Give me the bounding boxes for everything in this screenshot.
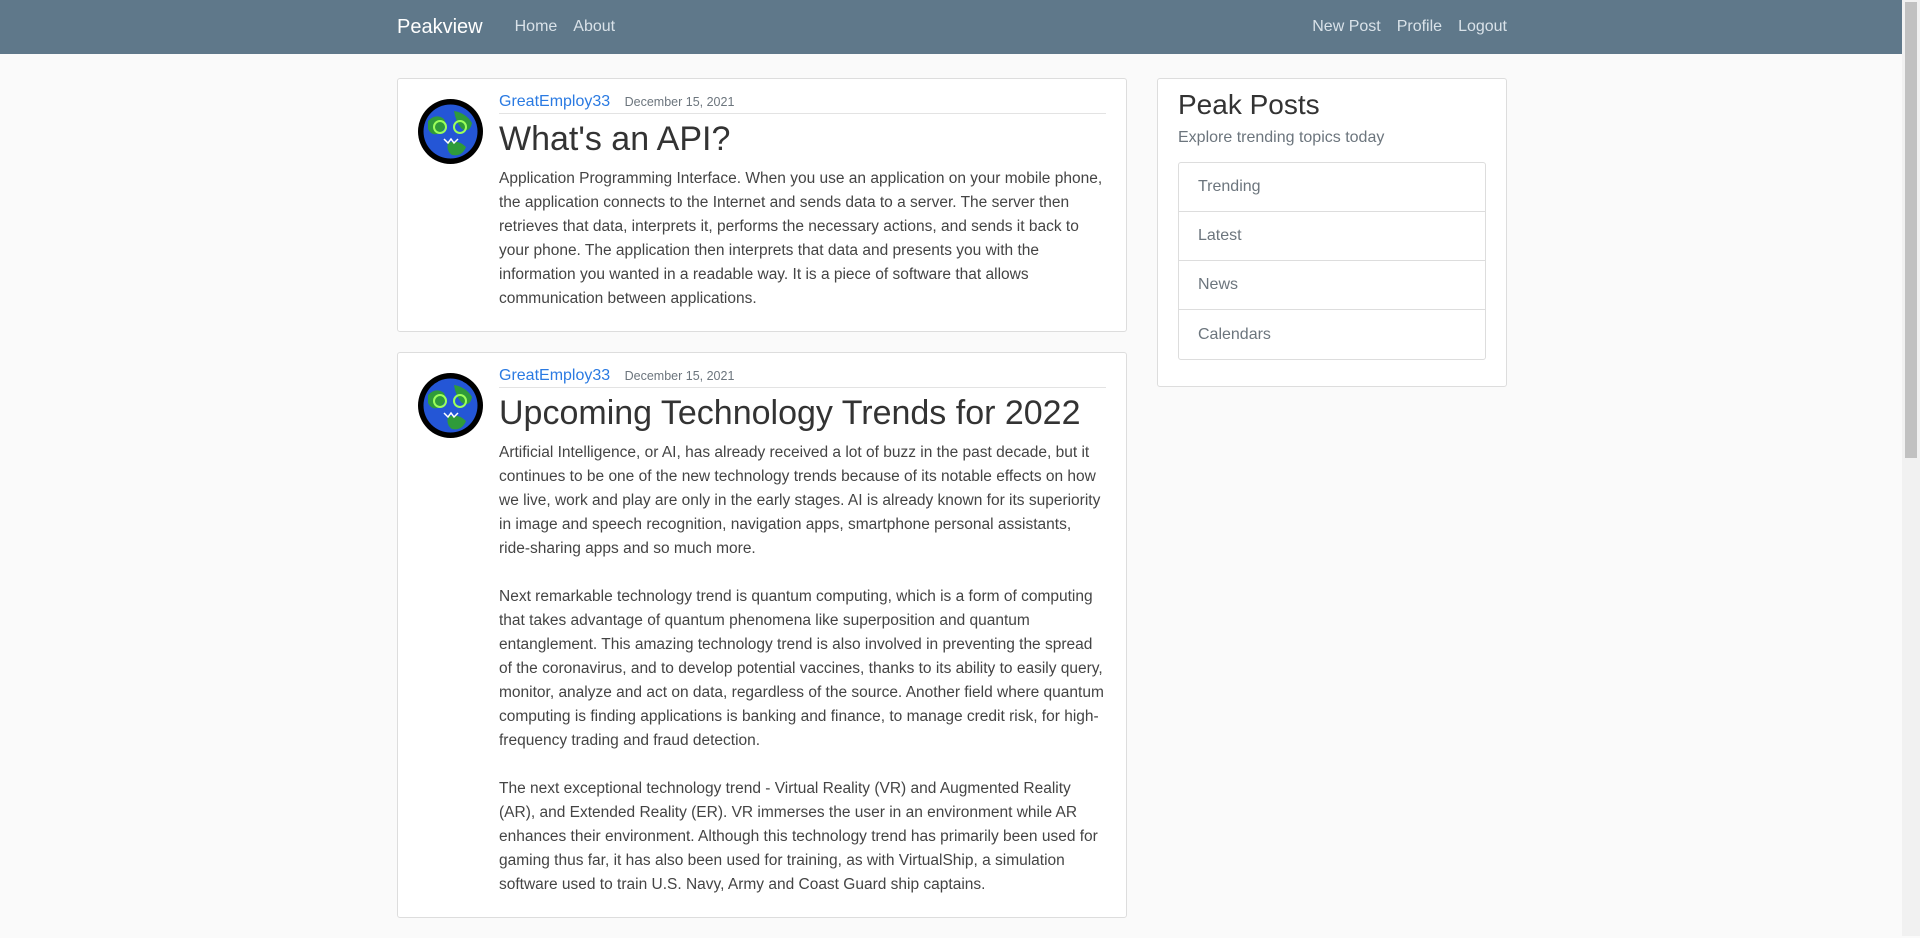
avatar[interactable] <box>418 99 483 164</box>
sidebar-card: Peak Posts Explore trending topics today… <box>1157 78 1507 387</box>
navbar-left: Peakview Home About <box>397 16 631 39</box>
post-title[interactable]: Upcoming Technology Trends for 2022 <box>499 394 1106 433</box>
post-card: GreatEmploy33 December 15, 2021 What's a… <box>397 78 1127 332</box>
page-scrollbar[interactable] <box>1902 0 1920 936</box>
post-meta: GreatEmploy33 December 15, 2021 <box>499 367 1106 388</box>
post-date: December 15, 2021 <box>624 95 735 109</box>
post-feed: GreatEmploy33 December 15, 2021 What's a… <box>397 78 1127 938</box>
post-author-link[interactable]: GreatEmploy33 <box>499 367 610 384</box>
nav-link-profile[interactable]: Profile <box>1397 18 1442 36</box>
post-paragraph: Artificial Intelligence, or AI, has alre… <box>499 444 1101 557</box>
post-meta: GreatEmploy33 December 15, 2021 <box>499 93 1106 114</box>
post-paragraph: Next remarkable technology trend is quan… <box>499 588 1104 749</box>
brand-link[interactable]: Peakview <box>397 16 483 39</box>
nav-link-about[interactable]: About <box>573 18 615 36</box>
nav-link-logout[interactable]: Logout <box>1458 18 1507 36</box>
scrollbar-thumb[interactable] <box>1905 2 1917 458</box>
sidebar-item-news[interactable]: News <box>1179 261 1485 310</box>
sidebar-item-calendars[interactable]: Calendars <box>1179 310 1485 359</box>
avatar[interactable] <box>418 373 483 438</box>
sidebar-item-trending[interactable]: Trending <box>1179 163 1485 212</box>
post-body: GreatEmploy33 December 15, 2021 What's a… <box>499 89 1106 311</box>
post-author-link[interactable]: GreatEmploy33 <box>499 93 610 110</box>
sidebar-subtitle: Explore trending topics today <box>1178 129 1385 146</box>
navbar-container: Peakview Home About New Post Profile Log… <box>397 16 1507 39</box>
post-card: GreatEmploy33 December 15, 2021 Upcoming… <box>397 352 1127 918</box>
sidebar-title: Peak Posts <box>1178 89 1320 120</box>
post-title[interactable]: What's an API? <box>499 120 1106 159</box>
avatar-globe-icon <box>418 99 483 164</box>
nav-link-home[interactable]: Home <box>515 18 558 36</box>
post-date: December 15, 2021 <box>624 369 735 383</box>
post-paragraph: The next exceptional technology trend - … <box>499 780 1098 893</box>
navbar-right: New Post Profile Logout <box>1296 18 1507 36</box>
sidebar-list: Trending Latest News Calendars <box>1178 162 1486 360</box>
nav-link-new-post[interactable]: New Post <box>1312 18 1380 36</box>
post-body: GreatEmploy33 December 15, 2021 Upcoming… <box>499 363 1106 897</box>
sidebar-item-latest[interactable]: Latest <box>1179 212 1485 261</box>
top-navbar: Peakview Home About New Post Profile Log… <box>0 0 1902 54</box>
post-paragraph: Application Programming Interface. When … <box>499 170 1103 307</box>
avatar-globe-icon <box>418 373 483 438</box>
